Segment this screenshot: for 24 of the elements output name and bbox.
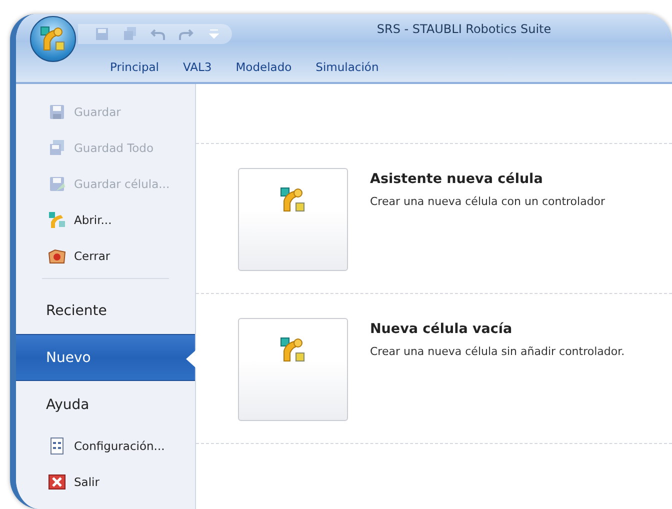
document-icon	[48, 437, 66, 455]
menu-item[interactable]: Salir	[16, 464, 195, 500]
ribbon-tab[interactable]: Modelado	[224, 58, 304, 76]
menu-item[interactable]: Cerrar	[16, 238, 195, 274]
window-title: SRS - STAUBLI Robotics Suite	[376, 22, 552, 36]
option-title: Nueva célula vacía	[370, 321, 514, 337]
ribbon-tab[interactable]: VAL3	[171, 58, 224, 76]
menu-item[interactable]: Abrir...	[16, 202, 195, 238]
option-description: Crear una nueva célula sin añadir controlador.	[370, 345, 625, 358]
option-button[interactable]	[238, 318, 348, 421]
menu-item[interactable]: Configuración...	[16, 428, 195, 464]
folder-icon	[48, 247, 66, 265]
menu-item[interactable]: Ayuda	[16, 381, 195, 428]
robot-arm-icon	[48, 211, 66, 229]
option-button[interactable]	[238, 168, 348, 271]
close-icon	[48, 473, 66, 491]
ribbon-tab[interactable]: Simulación	[304, 58, 391, 76]
ribbon-tab[interactable]: Principal	[98, 58, 172, 76]
floppy-disks-icon	[48, 139, 66, 157]
option-description: Crear una nueva célula con un controlador	[370, 195, 606, 208]
menu-item[interactable]: Reciente	[16, 287, 195, 334]
option-title: Asistente nueva célula	[370, 171, 544, 187]
menu-item[interactable]: Nuevo	[16, 334, 195, 381]
application-button[interactable]	[30, 16, 76, 62]
